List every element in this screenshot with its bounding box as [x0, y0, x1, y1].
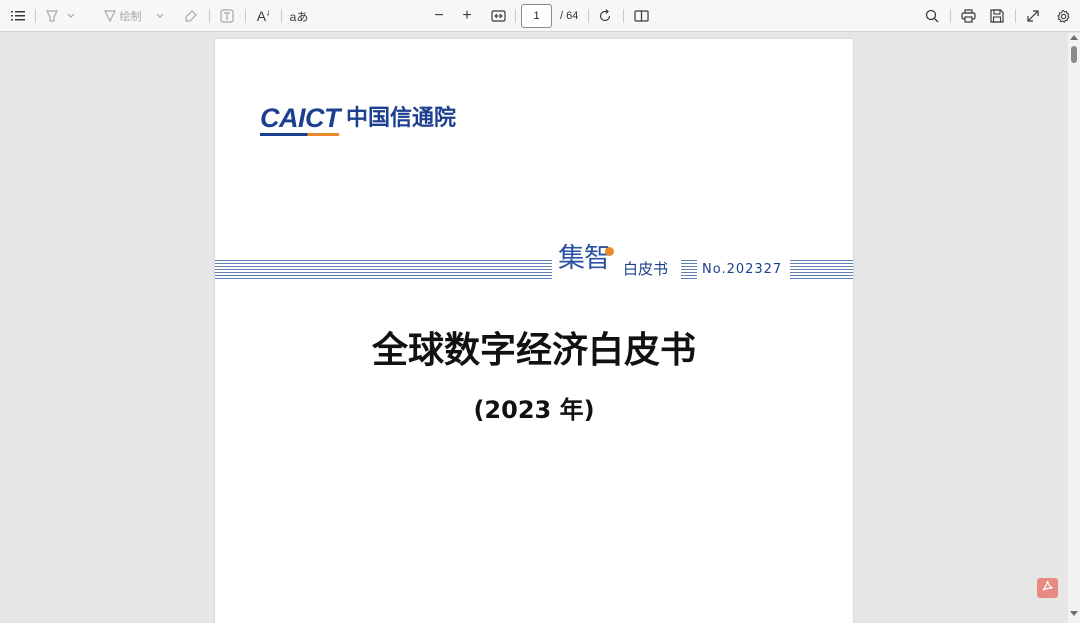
toolbar-divider: [1015, 9, 1016, 23]
banner-stripes: [215, 260, 552, 279]
banner-brand: 集智: [558, 243, 614, 274]
document-title: 全球数字经济白皮书: [371, 330, 696, 371]
save-button[interactable]: [986, 4, 1008, 28]
toolbar-divider: [245, 9, 246, 23]
highlight-button[interactable]: [41, 4, 79, 28]
vertical-scrollbar[interactable]: [1068, 33, 1080, 623]
scroll-up-arrow[interactable]: [1070, 35, 1078, 40]
pdf-page: CAICT 中国信通院 集智 白皮书 No.202327 全球数字经济白皮书 (…: [215, 39, 853, 623]
toolbar-divider: [209, 9, 210, 23]
page-view-button[interactable]: [630, 4, 652, 28]
logo-underline: [260, 133, 339, 136]
read-aloud-icon: A: [256, 8, 267, 24]
chevron-down-icon: [156, 13, 164, 19]
zoom-out-button[interactable]: −: [429, 4, 449, 28]
banner-number: No.202327: [702, 262, 783, 277]
toolbar-divider: [588, 9, 589, 23]
caict-logo: CAICT 中国信通院: [260, 103, 457, 136]
highlighter-icon: [45, 9, 59, 23]
banner-brand-text: 集智: [558, 243, 611, 274]
scroll-thumb[interactable]: [1071, 46, 1077, 63]
pdf-toolbar: 绘制 A ˨ aあ − + 1 / 64: [0, 0, 1080, 32]
erase-button[interactable]: [180, 4, 202, 28]
banner-stripes: [681, 260, 697, 279]
eraser-icon: [184, 9, 198, 23]
draw-label: 绘制: [119, 11, 142, 23]
banner-stripes: [790, 260, 853, 279]
fullscreen-button[interactable]: [1022, 4, 1044, 28]
search-button[interactable]: [921, 4, 943, 28]
search-icon: [925, 9, 939, 23]
translate-button[interactable]: aあ: [288, 4, 310, 28]
toolbar-divider: [281, 9, 282, 23]
pdf-icon: [1041, 579, 1054, 597]
sound-wave-icon: ˨: [266, 8, 270, 18]
toolbar-divider: [623, 9, 624, 23]
logo-text-cn: 中国信通院: [346, 106, 457, 131]
banner-subtitle: 白皮书: [623, 260, 669, 278]
page-number-input[interactable]: 1: [521, 4, 552, 28]
outline-button[interactable]: [7, 4, 29, 28]
two-page-icon: [633, 10, 649, 22]
page-total: / 64: [560, 10, 579, 22]
chevron-down-icon: [67, 13, 75, 19]
list-icon: [11, 10, 25, 22]
text-box-button[interactable]: [216, 4, 238, 28]
rotate-icon: [598, 9, 612, 23]
fit-page-button[interactable]: [487, 4, 509, 28]
toolbar-divider: [35, 9, 36, 23]
minus-icon: −: [434, 7, 444, 24]
read-aloud-button[interactable]: A ˨: [252, 4, 274, 28]
toolbar-divider: [515, 9, 516, 23]
fit-width-icon: [490, 10, 506, 22]
rotate-button[interactable]: [594, 4, 616, 28]
plus-icon: +: [462, 7, 472, 24]
scroll-down-arrow[interactable]: [1070, 611, 1078, 616]
expand-icon: [1026, 9, 1040, 23]
gear-icon: [1056, 9, 1071, 24]
settings-button[interactable]: [1052, 4, 1074, 28]
brand-dot: [605, 247, 614, 256]
pdf-badge[interactable]: [1037, 578, 1058, 598]
print-button[interactable]: [957, 4, 979, 28]
toolbar-divider: [950, 9, 951, 23]
document-subtitle: (2023 年): [473, 396, 595, 424]
pen-icon: [103, 9, 117, 23]
logo-text-en: CAICT: [260, 103, 341, 133]
translate-icon: aあ: [289, 9, 309, 24]
print-icon: [960, 9, 976, 23]
draw-button[interactable]: 绘制: [97, 4, 169, 28]
save-icon: [990, 9, 1004, 23]
zoom-in-button[interactable]: +: [457, 4, 477, 28]
document-viewer[interactable]: CAICT 中国信通院 集智 白皮书 No.202327 全球数字经济白皮书 (…: [0, 33, 1068, 623]
text-box-icon: [220, 9, 234, 23]
